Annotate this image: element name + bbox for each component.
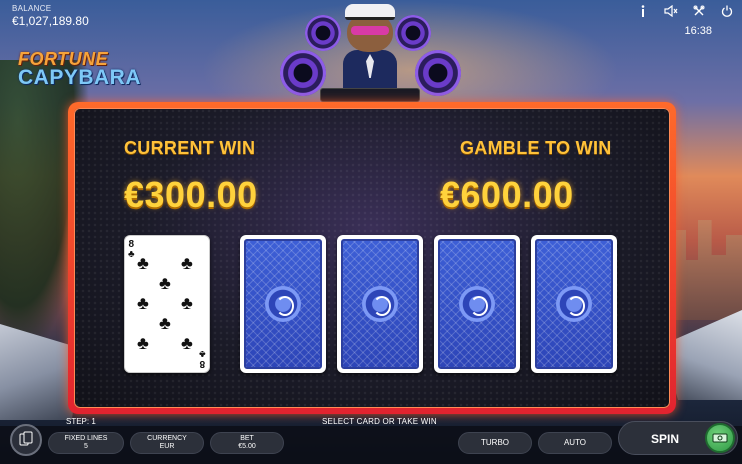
face-down-card-4[interactable]: [531, 235, 617, 373]
balance-display: BALANCE €1,027,189.80: [12, 4, 89, 28]
power-icon[interactable]: [720, 4, 734, 18]
club-pip: ♣: [181, 253, 193, 273]
club-pip: ♣: [137, 253, 149, 273]
fixed-lines-label: FIXED LINES: [64, 434, 108, 442]
face-down-card-2[interactable]: [337, 235, 423, 373]
settings-icon[interactable]: [692, 4, 706, 18]
gamble-panel-frame: CURRENT WIN €300.00 GAMBLE TO WIN €600.0…: [68, 102, 676, 414]
club-pip: ♣: [137, 333, 149, 353]
top-toolbar: [636, 4, 734, 18]
clock: 16:38: [684, 25, 712, 37]
speaker-decor: [280, 50, 326, 96]
capybara-dj-mascot: [335, 4, 405, 100]
bet-label: BET: [240, 434, 254, 442]
info-icon[interactable]: [636, 4, 650, 18]
card-corner-rank: 8 ♣: [128, 239, 135, 260]
auto-button[interactable]: AUTO: [538, 432, 612, 454]
club-pip: ♣: [159, 313, 171, 333]
gamble-panel: CURRENT WIN €300.00 GAMBLE TO WIN €600.0…: [74, 108, 670, 408]
card-back-logo-icon: [459, 286, 495, 322]
fixed-lines-value: 5: [84, 443, 88, 450]
club-pip: ♣: [181, 293, 193, 313]
turbo-label: TURBO: [481, 438, 509, 448]
gamble-to-win-label: GAMBLE TO WIN: [460, 138, 612, 158]
take-win-money-icon[interactable]: [705, 423, 735, 453]
turbo-button[interactable]: TURBO: [458, 432, 532, 454]
dj-deck-decor: [320, 88, 420, 102]
dealer-card-eight-of-clubs: 8 ♣ 8 ♣ ♣ ♣ ♣ ♣ ♣ ♣ ♣ ♣: [124, 235, 210, 373]
auto-label: AUTO: [563, 438, 587, 448]
sound-muted-icon[interactable]: [664, 4, 678, 18]
spin-button[interactable]: SPIN: [618, 421, 738, 455]
step-indicator: STEP: 1: [66, 417, 96, 426]
face-down-card-3[interactable]: [434, 235, 520, 373]
card-back-logo-icon: [265, 286, 301, 322]
card-back-logo-icon: [362, 286, 398, 322]
speaker-decor: [415, 50, 461, 96]
fixed-lines-display: FIXED LINES 5: [48, 432, 124, 454]
club-pip: ♣: [181, 333, 193, 353]
card-corner-rank: 8 ♣: [199, 348, 206, 369]
current-win-value: €300.00: [124, 174, 258, 215]
spin-label: SPIN: [651, 432, 680, 446]
face-down-card-1[interactable]: [240, 235, 326, 373]
currency-display: CURRENCY EUR: [130, 432, 204, 454]
gamble-to-win-value: €600.00: [440, 174, 574, 215]
balance-label: BALANCE: [12, 4, 52, 13]
game-logo: FORTUNE CAPYBARA: [18, 50, 141, 88]
currency-label: CURRENCY: [147, 434, 187, 442]
cards-icon: [18, 431, 34, 450]
club-pip: ♣: [159, 273, 171, 293]
history-button[interactable]: [10, 424, 42, 456]
logo-line-2: CAPYBARA: [18, 66, 142, 89]
bet-selector[interactable]: BET €5.00: [210, 432, 284, 454]
currency-value: EUR: [159, 443, 175, 450]
card-back-logo-icon: [556, 286, 592, 322]
current-win-label: CURRENT WIN: [124, 138, 256, 158]
bet-value: €5.00: [238, 443, 256, 450]
club-pip: ♣: [137, 293, 149, 313]
balance-value: €1,027,189.80: [12, 14, 89, 28]
instruction-text: SELECT CARD OR TAKE WIN: [322, 417, 437, 426]
